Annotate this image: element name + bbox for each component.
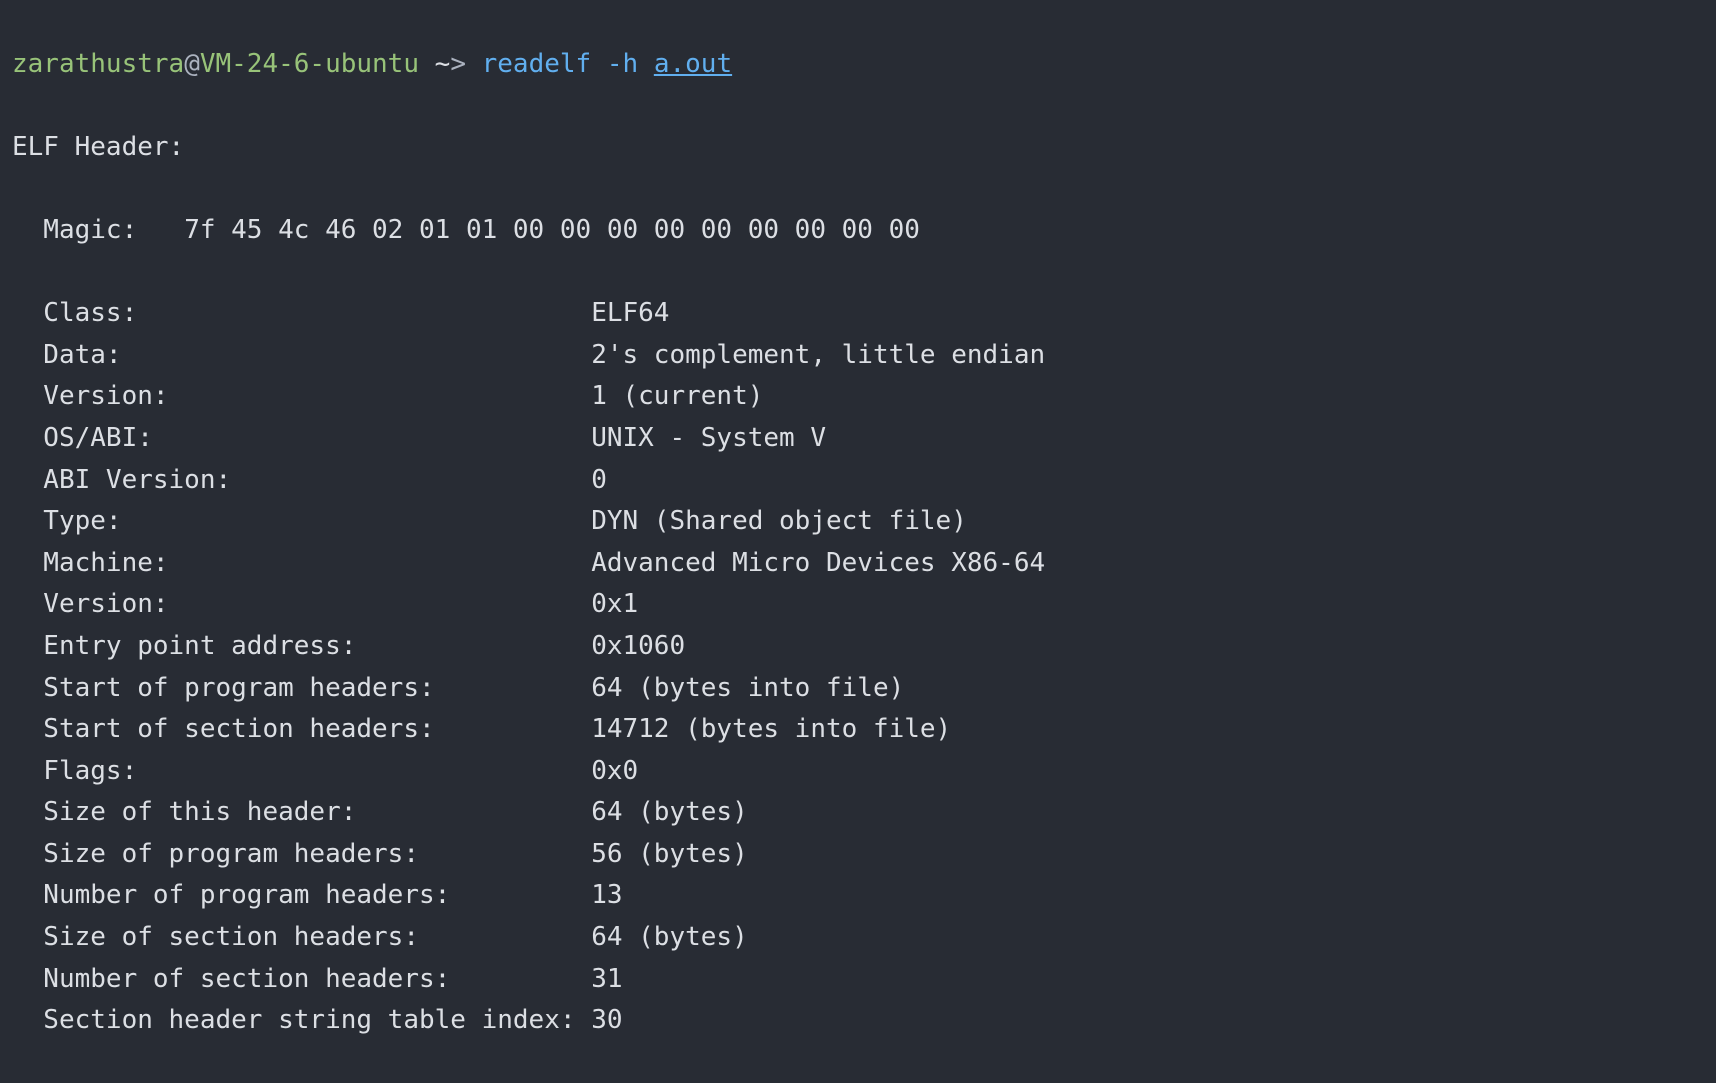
elf-field-label: Data: — [12, 340, 591, 370]
elf-field-label: Size of section headers: — [12, 922, 591, 952]
elf-field-line: Machine: Advanced Micro Devices X86-64 — [12, 543, 1704, 585]
elf-field-label: Flags: — [12, 756, 591, 786]
elf-field-value: 0x0 — [591, 756, 638, 786]
prompt-user: zarathustra — [12, 49, 184, 79]
prompt-line[interactable]: zarathustra@VM-24-6-ubuntu ~> readelf -h… — [12, 44, 1704, 86]
elf-field-label: Number of section headers: — [12, 964, 591, 994]
elf-field-line: Version: 0x1 — [12, 584, 1704, 626]
elf-field-value: 13 — [591, 880, 622, 910]
elf-field-label: Type: — [12, 506, 591, 536]
elf-field-value: 64 (bytes into file) — [591, 673, 904, 703]
elf-header-title: ELF Header: — [12, 127, 1704, 169]
elf-field-line: Number of program headers: 13 — [12, 875, 1704, 917]
command-file: a.out — [654, 49, 732, 79]
elf-field-line: Class: ELF64 — [12, 293, 1704, 335]
elf-field-line: Size of this header: 64 (bytes) — [12, 792, 1704, 834]
elf-field-value: 0x1 — [591, 589, 638, 619]
elf-field-line: Version: 1 (current) — [12, 376, 1704, 418]
elf-field-line: Section header string table index: 30 — [12, 1000, 1704, 1042]
elf-field-value: ELF64 — [591, 298, 669, 328]
elf-field-label: Start of section headers: — [12, 714, 591, 744]
elf-field-line: Start of section headers: 14712 (bytes i… — [12, 709, 1704, 751]
elf-field-line: Start of program headers: 64 (bytes into… — [12, 668, 1704, 710]
terminal-output[interactable]: zarathustra@VM-24-6-ubuntu ~> readelf -h… — [0, 0, 1716, 1083]
elf-magic-label: Magic: — [12, 215, 184, 245]
command-name: readelf — [482, 49, 592, 79]
elf-field-value: 2's complement, little endian — [591, 340, 1045, 370]
elf-field-label: Entry point address: — [12, 631, 591, 661]
elf-field-value: DYN (Shared object file) — [591, 506, 967, 536]
elf-field-line: Flags: 0x0 — [12, 751, 1704, 793]
elf-field-value: 0x1060 — [591, 631, 685, 661]
elf-field-value: 31 — [591, 964, 622, 994]
prompt-path: ~ — [419, 49, 450, 79]
elf-field-value: Advanced Micro Devices X86-64 — [591, 548, 1045, 578]
command-arg: -h — [591, 49, 654, 79]
elf-field-value: 56 (bytes) — [591, 839, 748, 869]
elf-field-value: 1 (current) — [591, 381, 763, 411]
prompt-arrow: > — [450, 49, 481, 79]
elf-field-line: Data: 2's complement, little endian — [12, 335, 1704, 377]
elf-field-value: 64 (bytes) — [591, 922, 748, 952]
elf-field-value: 64 (bytes) — [591, 797, 748, 827]
elf-field-label: Size of this header: — [12, 797, 591, 827]
elf-field-line: Size of program headers: 56 (bytes) — [12, 834, 1704, 876]
elf-field-value: 30 — [591, 1005, 622, 1035]
elf-field-value: 14712 (bytes into file) — [591, 714, 951, 744]
elf-magic-line: Magic: 7f 45 4c 46 02 01 01 00 00 00 00 … — [12, 210, 1704, 252]
elf-field-label: Section header string table index: — [12, 1005, 591, 1035]
elf-field-line: Entry point address: 0x1060 — [12, 626, 1704, 668]
elf-field-line: OS/ABI: UNIX - System V — [12, 418, 1704, 460]
elf-field-label: OS/ABI: — [12, 423, 591, 453]
elf-field-line: Size of section headers: 64 (bytes) — [12, 917, 1704, 959]
elf-field-value: 0 — [591, 465, 607, 495]
elf-field-label: Version: — [12, 589, 591, 619]
elf-field-label: Size of program headers: — [12, 839, 591, 869]
elf-field-label: ABI Version: — [12, 465, 591, 495]
elf-field-label: Version: — [12, 381, 591, 411]
elf-field-value: UNIX - System V — [591, 423, 826, 453]
elf-field-label: Class: — [12, 298, 591, 328]
elf-magic-value: 7f 45 4c 46 02 01 01 00 00 00 00 00 00 0… — [184, 215, 935, 245]
elf-field-line: Number of section headers: 31 — [12, 959, 1704, 1001]
elf-field-label: Start of program headers: — [12, 673, 591, 703]
prompt-at: @ — [184, 49, 200, 79]
elf-field-label: Machine: — [12, 548, 591, 578]
elf-field-line: ABI Version: 0 — [12, 460, 1704, 502]
elf-field-line: Type: DYN (Shared object file) — [12, 501, 1704, 543]
prompt-host: VM-24-6-ubuntu — [200, 49, 419, 79]
elf-field-label: Number of program headers: — [12, 880, 591, 910]
